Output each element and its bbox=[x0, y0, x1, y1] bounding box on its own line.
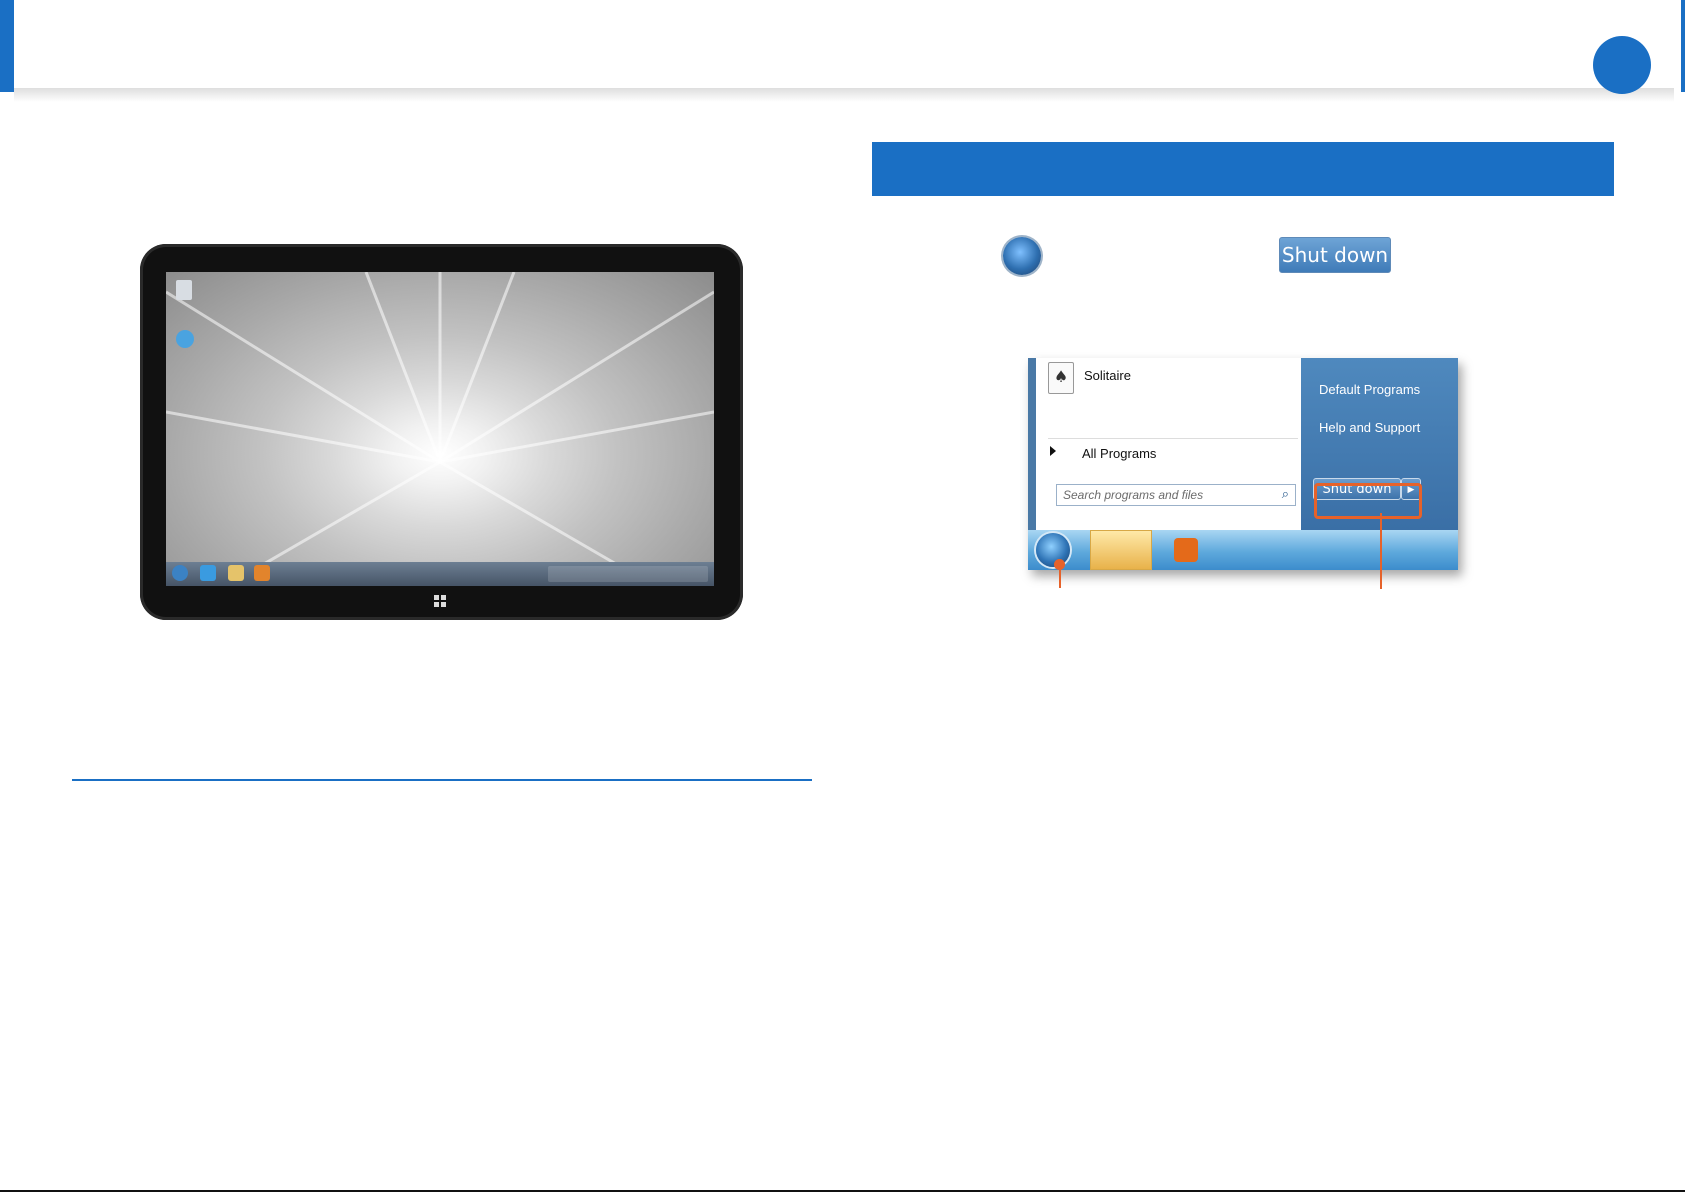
default-programs-item[interactable]: Default Programs bbox=[1319, 382, 1420, 397]
system-tray[interactable] bbox=[548, 566, 708, 582]
section-divider bbox=[72, 779, 812, 781]
start-orb-icon[interactable] bbox=[172, 565, 188, 581]
section-header-bar bbox=[872, 142, 1614, 196]
header-right-accent bbox=[1681, 0, 1685, 92]
media-player-icon[interactable] bbox=[1174, 538, 1198, 562]
media-player-icon[interactable] bbox=[254, 565, 270, 581]
windows-orb-icon[interactable] bbox=[1036, 533, 1070, 567]
solitaire-icon[interactable]: ♠ bbox=[1048, 362, 1074, 394]
triangle-right-icon bbox=[1050, 446, 1056, 456]
start-button-icon bbox=[1003, 237, 1041, 275]
support-shortcut-icon[interactable] bbox=[176, 330, 194, 348]
windows-home-button-icon[interactable] bbox=[433, 594, 447, 608]
internet-explorer-icon[interactable] bbox=[200, 565, 216, 581]
inline-shutdown-button: Shut down bbox=[1279, 237, 1391, 273]
header-rule bbox=[14, 88, 1674, 102]
shutdown-callout-line bbox=[1380, 513, 1382, 589]
wallpaper-rays bbox=[166, 272, 714, 586]
help-and-support-item[interactable]: Help and Support bbox=[1319, 420, 1420, 435]
search-input[interactable]: Search programs and files ⌕ bbox=[1056, 484, 1296, 506]
start-menu-taskbar bbox=[1028, 530, 1458, 570]
tablet-taskbar bbox=[166, 562, 714, 586]
explorer-icon[interactable] bbox=[1090, 530, 1152, 570]
recycle-bin-icon[interactable] bbox=[176, 280, 192, 300]
shutdown-highlight-box bbox=[1314, 483, 1422, 519]
start-menu-screenshot: ♠ Solitaire All Programs Search programs… bbox=[1028, 358, 1458, 570]
menu-separator bbox=[1048, 438, 1298, 439]
start-callout-line bbox=[1059, 568, 1061, 588]
search-icon[interactable]: ⌕ bbox=[1282, 487, 1289, 502]
tablet-desktop-screen bbox=[166, 272, 714, 586]
folder-icon[interactable] bbox=[228, 565, 244, 581]
start-menu-left-pane: ♠ Solitaire All Programs Search programs… bbox=[1028, 358, 1301, 530]
header-accent-bar bbox=[0, 0, 14, 92]
chapter-badge bbox=[1593, 36, 1651, 94]
solitaire-item[interactable]: Solitaire bbox=[1084, 368, 1131, 383]
search-placeholder: Search programs and files bbox=[1063, 488, 1204, 502]
all-programs-item[interactable]: All Programs bbox=[1082, 446, 1156, 461]
